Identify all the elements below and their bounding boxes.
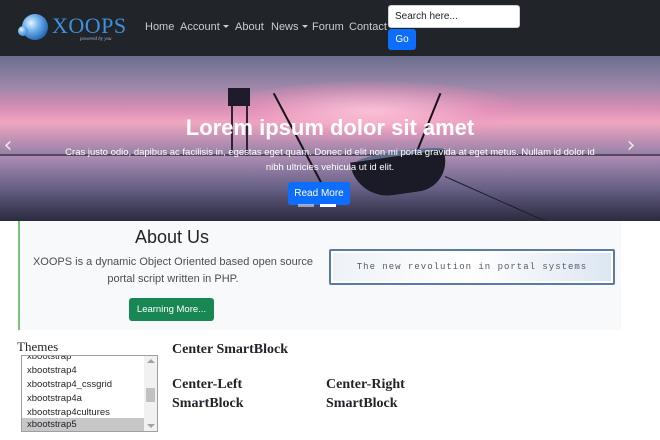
center-smartblock-title: Center SmartBlock (172, 342, 288, 357)
theme-option[interactable]: xbootstrap4_cssgrid (22, 378, 144, 392)
nav-item-contact[interactable]: Contact (349, 21, 387, 33)
theme-option-selected[interactable]: xbootstrap5 (22, 418, 144, 431)
portal-banner-image[interactable]: The new revolution in portal systems (329, 249, 615, 285)
carousel-prev-icon[interactable]: ‹ (1, 135, 15, 160)
themes-select-list[interactable]: xbootstrap xbootstrap4 xbootstrap4_cssgr… (21, 355, 158, 432)
scroll-down-icon[interactable] (147, 424, 155, 428)
caret-down-icon (222, 25, 229, 28)
center-left-smartblock-title: Center-Left SmartBlock (172, 375, 244, 413)
read-more-button[interactable]: Read More (288, 182, 350, 205)
block-title-line: SmartBlock (326, 396, 398, 411)
themes-title: Themes (17, 339, 59, 354)
search-input[interactable] (388, 5, 520, 28)
block-title-line: SmartBlock (172, 396, 244, 411)
nav-item-label: Home (145, 21, 175, 33)
small-globe-icon (18, 26, 28, 36)
about-section: About Us XOOPS is a dynamic Object Orien… (18, 221, 621, 330)
scroll-thumb[interactable] (146, 388, 155, 402)
nav-item-label: About (235, 21, 264, 33)
nav-item-news[interactable]: News (271, 21, 308, 33)
theme-option[interactable]: xbootstrap4 (22, 364, 144, 378)
nav-item-home[interactable]: Home (145, 21, 174, 33)
theme-option[interactable]: xbootstrap (22, 356, 144, 364)
nav-item-label: Contact (349, 21, 387, 33)
stilt-hut (228, 88, 250, 106)
nav-item-label: Account (180, 21, 220, 33)
slide-caption: Cras justo odio, dapibus ac facilisis in… (65, 147, 595, 173)
search-go-button[interactable]: Go (388, 29, 416, 50)
logo-tagline: powered by you (80, 37, 112, 42)
caret-down-icon (301, 25, 308, 28)
hero-carousel: Lorem ipsum dolor sit amet Cras justo od… (0, 56, 660, 221)
banner-text: The new revolution in portal systems (356, 262, 588, 272)
block-title-line: Center-Right (326, 377, 405, 392)
scroll-up-icon[interactable] (147, 359, 155, 363)
about-text: XOOPS is a dynamic Object Oriented based… (32, 256, 314, 285)
about-title: About Us (134, 227, 210, 247)
top-navbar: XOOPS powered by you Home Account About … (0, 0, 660, 56)
themes-scrollbar[interactable] (144, 356, 157, 431)
carousel-next-icon[interactable]: › (624, 135, 638, 160)
theme-option[interactable]: xbootstrap4a (22, 392, 144, 406)
logo-name: XOOPS (52, 13, 127, 38)
xoops-logo[interactable]: XOOPS powered by you (18, 10, 128, 46)
block-title-line: Center-Left (172, 377, 243, 392)
nav-item-label: News (271, 21, 299, 33)
nav-item-label: Forum (312, 21, 344, 33)
carousel-indicator-active[interactable] (320, 204, 336, 207)
center-right-smartblock-title: Center-Right SmartBlock (326, 375, 405, 413)
nav-item-about[interactable]: About (235, 21, 264, 33)
nav-item-forum[interactable]: Forum (312, 21, 344, 33)
carousel-indicator[interactable] (298, 204, 314, 207)
learning-more-button[interactable]: Learning More... (129, 298, 214, 321)
nav-item-account[interactable]: Account (180, 21, 229, 33)
slide-title: Lorem ipsum dolor sit amet (185, 115, 475, 140)
